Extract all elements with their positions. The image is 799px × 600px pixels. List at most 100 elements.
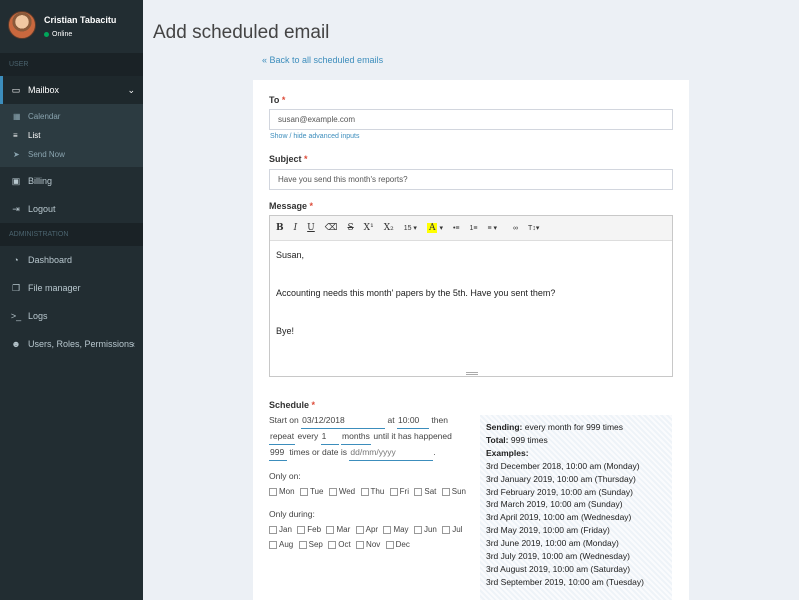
month-label: Mar [336,525,351,534]
month-checkbox[interactable]: May [383,522,409,537]
unit-select[interactable]: months [341,429,372,445]
month-checkbox[interactable]: Dec [385,537,410,552]
day-checkbox[interactable]: Tue [299,484,323,499]
sidebar-subitem-calendar[interactable]: ▦ Calendar [0,107,143,126]
month-checkbox[interactable]: Oct [328,537,351,552]
color-caret-icon[interactable]: ▾ [439,224,443,232]
checkbox-icon [269,487,277,496]
resize-handle[interactable] [466,372,478,375]
checkbox-icon [356,540,365,549]
text-style-dropdown[interactable]: T↕▾ [528,224,539,232]
day-checkbox[interactable]: Mon [269,484,295,499]
days-checkboxes: Mon Tue Wed Thu Fri Sat Sun [269,484,469,499]
back-link[interactable]: « Back to all scheduled emails [262,55,383,65]
calendar-icon: ▦ [13,112,21,121]
sidebar-item-dashboard[interactable]: ◔ Dashboard [0,246,143,274]
user-name: Cristian Tabacitu [44,15,117,25]
avatar[interactable] [8,11,36,39]
superscript-button[interactable]: X¹ [364,223,374,233]
month-checkbox[interactable]: Jul [442,522,462,537]
month-label: Jun [423,525,437,534]
required-marker: * [311,400,316,410]
repeat-select[interactable]: repeat [269,429,296,445]
subitem-label: List [28,131,41,140]
sidebar-item-label: Dashboard [28,255,73,265]
sidebar-item-label: Billing [28,176,53,186]
start-on-text: Start on [269,415,299,425]
month-checkbox[interactable]: Jun [413,522,437,537]
month-checkbox[interactable]: Nov [356,537,380,552]
required-marker: * [309,201,314,211]
only-during-label: Only during: [269,509,315,519]
to-input[interactable]: susan@example.com [269,109,673,130]
example-item: 3rd August 2019, 10:00 am (Saturday) [486,563,631,574]
every-n-input[interactable]: 1 [320,429,339,445]
link-icon[interactable]: ∞ [513,225,518,232]
schedule-label-text: Schedule [269,400,310,410]
day-label: Wed [338,487,356,496]
schedule-row-repeat: repeat every 1 months until it has happe… [269,429,469,445]
day-checkbox[interactable]: Wed [328,484,356,499]
month-label: May [393,525,409,534]
until-text: until it has happened [373,431,452,441]
subject-input[interactable]: Have you send this month's reports? [269,169,673,190]
bold-button[interactable]: B [276,223,284,233]
italic-button[interactable]: I [294,223,298,233]
terminal-icon: >_ [10,311,22,321]
month-checkbox[interactable]: Sep [298,537,323,552]
dashboard-icon: ◔ [13,255,19,265]
day-checkbox[interactable]: Sun [441,484,466,499]
inbox-icon: ▭ [11,84,21,95]
example-item: 3rd September 2019, 10:00 am (Tuesday) [486,576,644,587]
start-date-input[interactable]: 03/12/2018 [301,413,386,429]
editor-toolbar: B I U ⌫ S X¹ X₂ 15 ▾ A ▾ •≡ 1≡ ≡ ▾ ∞ T↕▾ [270,216,672,241]
list-icon: ≡ [13,131,18,140]
eraser-icon[interactable]: ⌫ [325,223,338,233]
sidebar-subitem-send-now[interactable]: ➤ Send Now [0,145,143,164]
sidebar-item-mailbox[interactable]: ▭ Mailbox ⌄ [0,76,143,104]
summary-total: Total: 999 times [486,434,666,447]
day-checkbox[interactable]: Sat [414,484,436,499]
month-checkbox[interactable]: Aug [269,537,293,552]
align-dropdown[interactable]: ≡ ▾ [488,224,498,232]
total-value: 999 times [510,434,548,445]
message-line: Accounting needs this month' papers by t… [276,288,556,298]
checkbox-icon [328,540,337,549]
month-checkbox[interactable]: Apr [355,522,378,537]
example-item: 3rd March 2019, 10:00 am (Sunday) [486,499,623,510]
message-line: Susan, [276,250,305,260]
editor-body[interactable]: Susan, Accounting needs this month' pape… [270,241,672,352]
end-date-input[interactable]: dd/mm/yyyy [349,445,434,461]
unordered-list-button[interactable]: •≡ [453,225,460,232]
month-checkbox[interactable]: Jan [269,522,292,537]
required-marker: * [281,95,286,105]
month-checkbox[interactable]: Feb [297,522,321,537]
example-item: 3rd April 2019, 10:00 am (Wednesday) [486,512,632,523]
sidebar-item-file-manager[interactable]: ❐ File manager [0,274,143,302]
subscript-button[interactable]: X₂ [384,223,394,233]
form-card: To * susan@example.com Show / hide advan… [253,80,689,600]
month-label: Feb [307,525,322,534]
sidebar-item-logs[interactable]: >_ Logs [0,302,143,330]
sidebar-item-users[interactable]: ☻ Users, Roles, Permissions ‹ [0,330,143,358]
underline-button[interactable]: U [307,223,315,233]
sending-label: Sending: [486,422,523,432]
day-checkbox[interactable]: Thu [360,484,384,499]
schedule-builder: Start on 03/12/2018 at 10:00 then repeat… [269,413,469,552]
day-label: Sat [424,487,437,496]
ordered-list-button[interactable]: 1≡ [470,225,478,232]
font-size-dropdown[interactable]: 15 ▾ [404,224,417,232]
advanced-inputs-link[interactable]: Show / hide advanced inputs [270,133,360,140]
strikethrough-button[interactable]: S [348,223,354,233]
sidebar-item-billing[interactable]: ▣ Billing [0,167,143,195]
highlight-color-button[interactable]: A [426,223,438,233]
every-text: every [297,431,319,441]
start-time-input[interactable]: 10:00 [397,413,429,429]
day-checkbox[interactable]: Fri [389,484,409,499]
month-checkbox[interactable]: Mar [326,522,350,537]
examples-label-text: Examples: [486,447,529,458]
times-or-date-text: times or date is [289,447,348,457]
sidebar-item-logout[interactable]: ⇥ Logout [0,195,143,223]
sidebar-subitem-list[interactable]: ≡ List [0,126,143,145]
times-input[interactable]: 999 [269,445,287,461]
